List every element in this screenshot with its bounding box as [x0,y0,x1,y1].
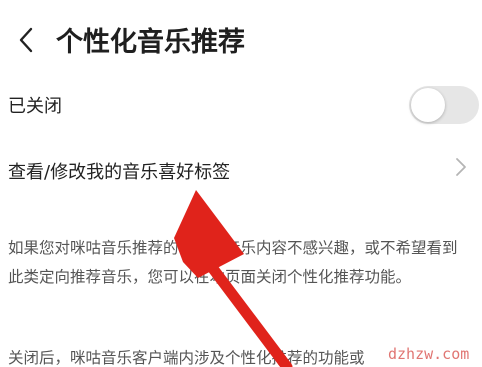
watermark: dzhzw.com [388,345,470,363]
toggle-knob [411,88,445,122]
description-paragraph: 如果您对咪咕音乐推荐的个性化音乐内容不感兴趣，或不希望看到此类定向推荐音乐，您可… [8,239,458,286]
music-tags-row[interactable]: 查看/修改我的音乐喜好标签 [0,146,482,192]
header: 个性化音乐推荐 [0,0,482,78]
chevron-right-icon [456,158,466,176]
page-title: 个性化音乐推荐 [56,27,245,58]
toggle-status-label: 已关闭 [8,96,62,117]
personalized-toggle-row: 已关闭 [0,80,482,126]
back-button[interactable] [6,18,46,62]
personalized-recommend-toggle[interactable] [409,86,479,124]
chevron-left-icon [19,27,33,53]
music-tags-label: 查看/修改我的音乐喜好标签 [8,162,231,183]
